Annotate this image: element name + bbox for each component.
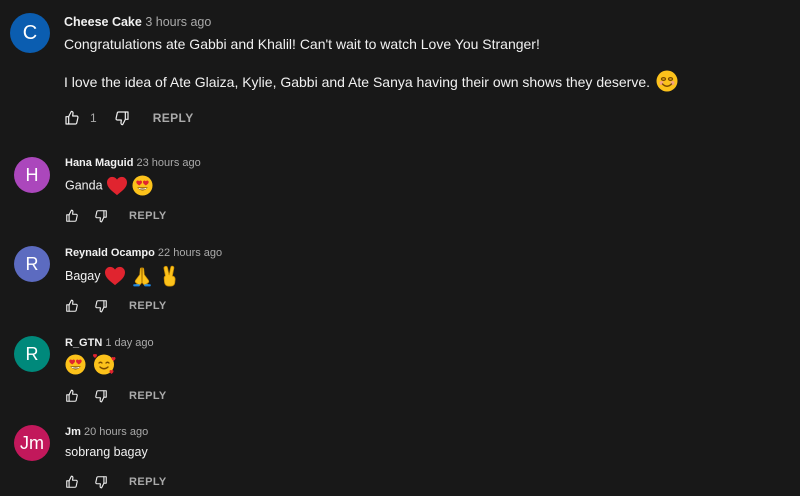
thumbs-up-icon xyxy=(66,299,78,312)
reply-button[interactable]: REPLY xyxy=(129,210,167,222)
avatar[interactable]: Jm xyxy=(14,425,50,461)
thumbs-down-icon xyxy=(95,476,107,489)
comment-actions: REPLY xyxy=(65,386,167,406)
comment-actions: REPLY xyxy=(65,296,167,316)
reply-button[interactable]: REPLY xyxy=(129,476,167,488)
like-button[interactable] xyxy=(65,299,79,313)
thumbs-down-icon xyxy=(95,300,107,313)
comment-author[interactable]: Hana Maguid xyxy=(65,157,133,169)
folded-hands-emoji xyxy=(133,266,152,286)
comment-text: sobrang bagay xyxy=(65,445,148,459)
comment-text: Bagay xyxy=(65,269,101,283)
comment-text-line xyxy=(65,353,116,375)
thumbs-down-icon xyxy=(115,111,129,126)
heart-eyes-emoji xyxy=(131,175,153,196)
smiling-face-emoji xyxy=(656,70,678,92)
comment-author[interactable]: Cheese Cake xyxy=(64,15,142,29)
comment-author[interactable]: Jm xyxy=(65,426,81,438)
reply-button[interactable]: REPLY xyxy=(129,300,167,312)
like-button[interactable] xyxy=(65,389,79,403)
reply-button[interactable]: REPLY xyxy=(129,390,167,402)
comment-timestamp[interactable]: 3 hours ago xyxy=(145,15,211,29)
avatar[interactable]: H xyxy=(14,157,50,193)
comment-text: Ganda xyxy=(65,178,103,193)
comment-text-line: Congratulations ate Gabbi and Khalil! Ca… xyxy=(64,36,540,52)
dislike-button[interactable] xyxy=(94,209,108,223)
like-button[interactable] xyxy=(64,110,80,126)
thumbs-up-icon xyxy=(66,475,78,488)
comment-text: I love the idea of Ate Glaiza, Kylie, Ga… xyxy=(64,74,651,90)
victory-hand-emoji xyxy=(163,265,176,287)
comment-timestamp[interactable]: 1 day ago xyxy=(105,337,153,349)
comment-author[interactable]: Reynald Ocampo xyxy=(65,247,155,259)
smiling-face-with-hearts-emoji xyxy=(93,354,116,375)
dislike-button[interactable] xyxy=(94,475,108,489)
thumbs-down-icon xyxy=(95,390,107,403)
comment-text-line: Bagay xyxy=(65,265,180,287)
red-heart-emoji xyxy=(107,176,128,195)
avatar[interactable]: R xyxy=(14,336,50,372)
avatar[interactable]: C xyxy=(10,13,50,53)
comment-text-line: I love the idea of Ate Glaiza, Kylie, Ga… xyxy=(64,70,678,92)
thumbs-up-icon xyxy=(65,110,79,125)
comment-timestamp[interactable]: 23 hours ago xyxy=(137,157,201,169)
dislike-button[interactable] xyxy=(94,389,108,403)
comment-author[interactable]: R_GTN xyxy=(65,337,102,349)
dislike-button[interactable] xyxy=(94,299,108,313)
like-button[interactable] xyxy=(65,475,79,489)
heart-eyes-emoji xyxy=(65,353,86,375)
comment-timestamp[interactable]: 20 hours ago xyxy=(84,426,148,438)
comment-header: Hana Maguid 23 hours ago xyxy=(65,157,201,169)
comment-timestamp[interactable]: 22 hours ago xyxy=(158,247,222,259)
comment-text-line: Ganda xyxy=(65,175,153,196)
thumbs-up-icon xyxy=(66,209,78,222)
comment-actions: 1 REPLY xyxy=(64,108,194,128)
dislike-button[interactable] xyxy=(114,110,130,126)
like-count: 1 xyxy=(90,111,97,125)
comment-header: Reynald Ocampo 22 hours ago xyxy=(65,247,222,259)
comment-header: Jm 20 hours ago xyxy=(65,426,148,438)
comment-header: Cheese Cake 3 hours ago xyxy=(64,15,211,29)
thumbs-up-icon xyxy=(66,389,78,402)
red-heart-emoji xyxy=(104,266,125,286)
like-button[interactable] xyxy=(65,209,79,223)
comment-actions: REPLY xyxy=(65,472,167,492)
thumbs-down-icon xyxy=(95,210,107,223)
comment-header: R_GTN 1 day ago xyxy=(65,337,154,349)
comment-actions: REPLY xyxy=(65,206,167,226)
comments-thread: C Cheese Cake 3 hours ago Congratulation… xyxy=(0,0,800,496)
avatar[interactable]: R xyxy=(14,246,50,282)
reply-button[interactable]: REPLY xyxy=(153,111,194,125)
